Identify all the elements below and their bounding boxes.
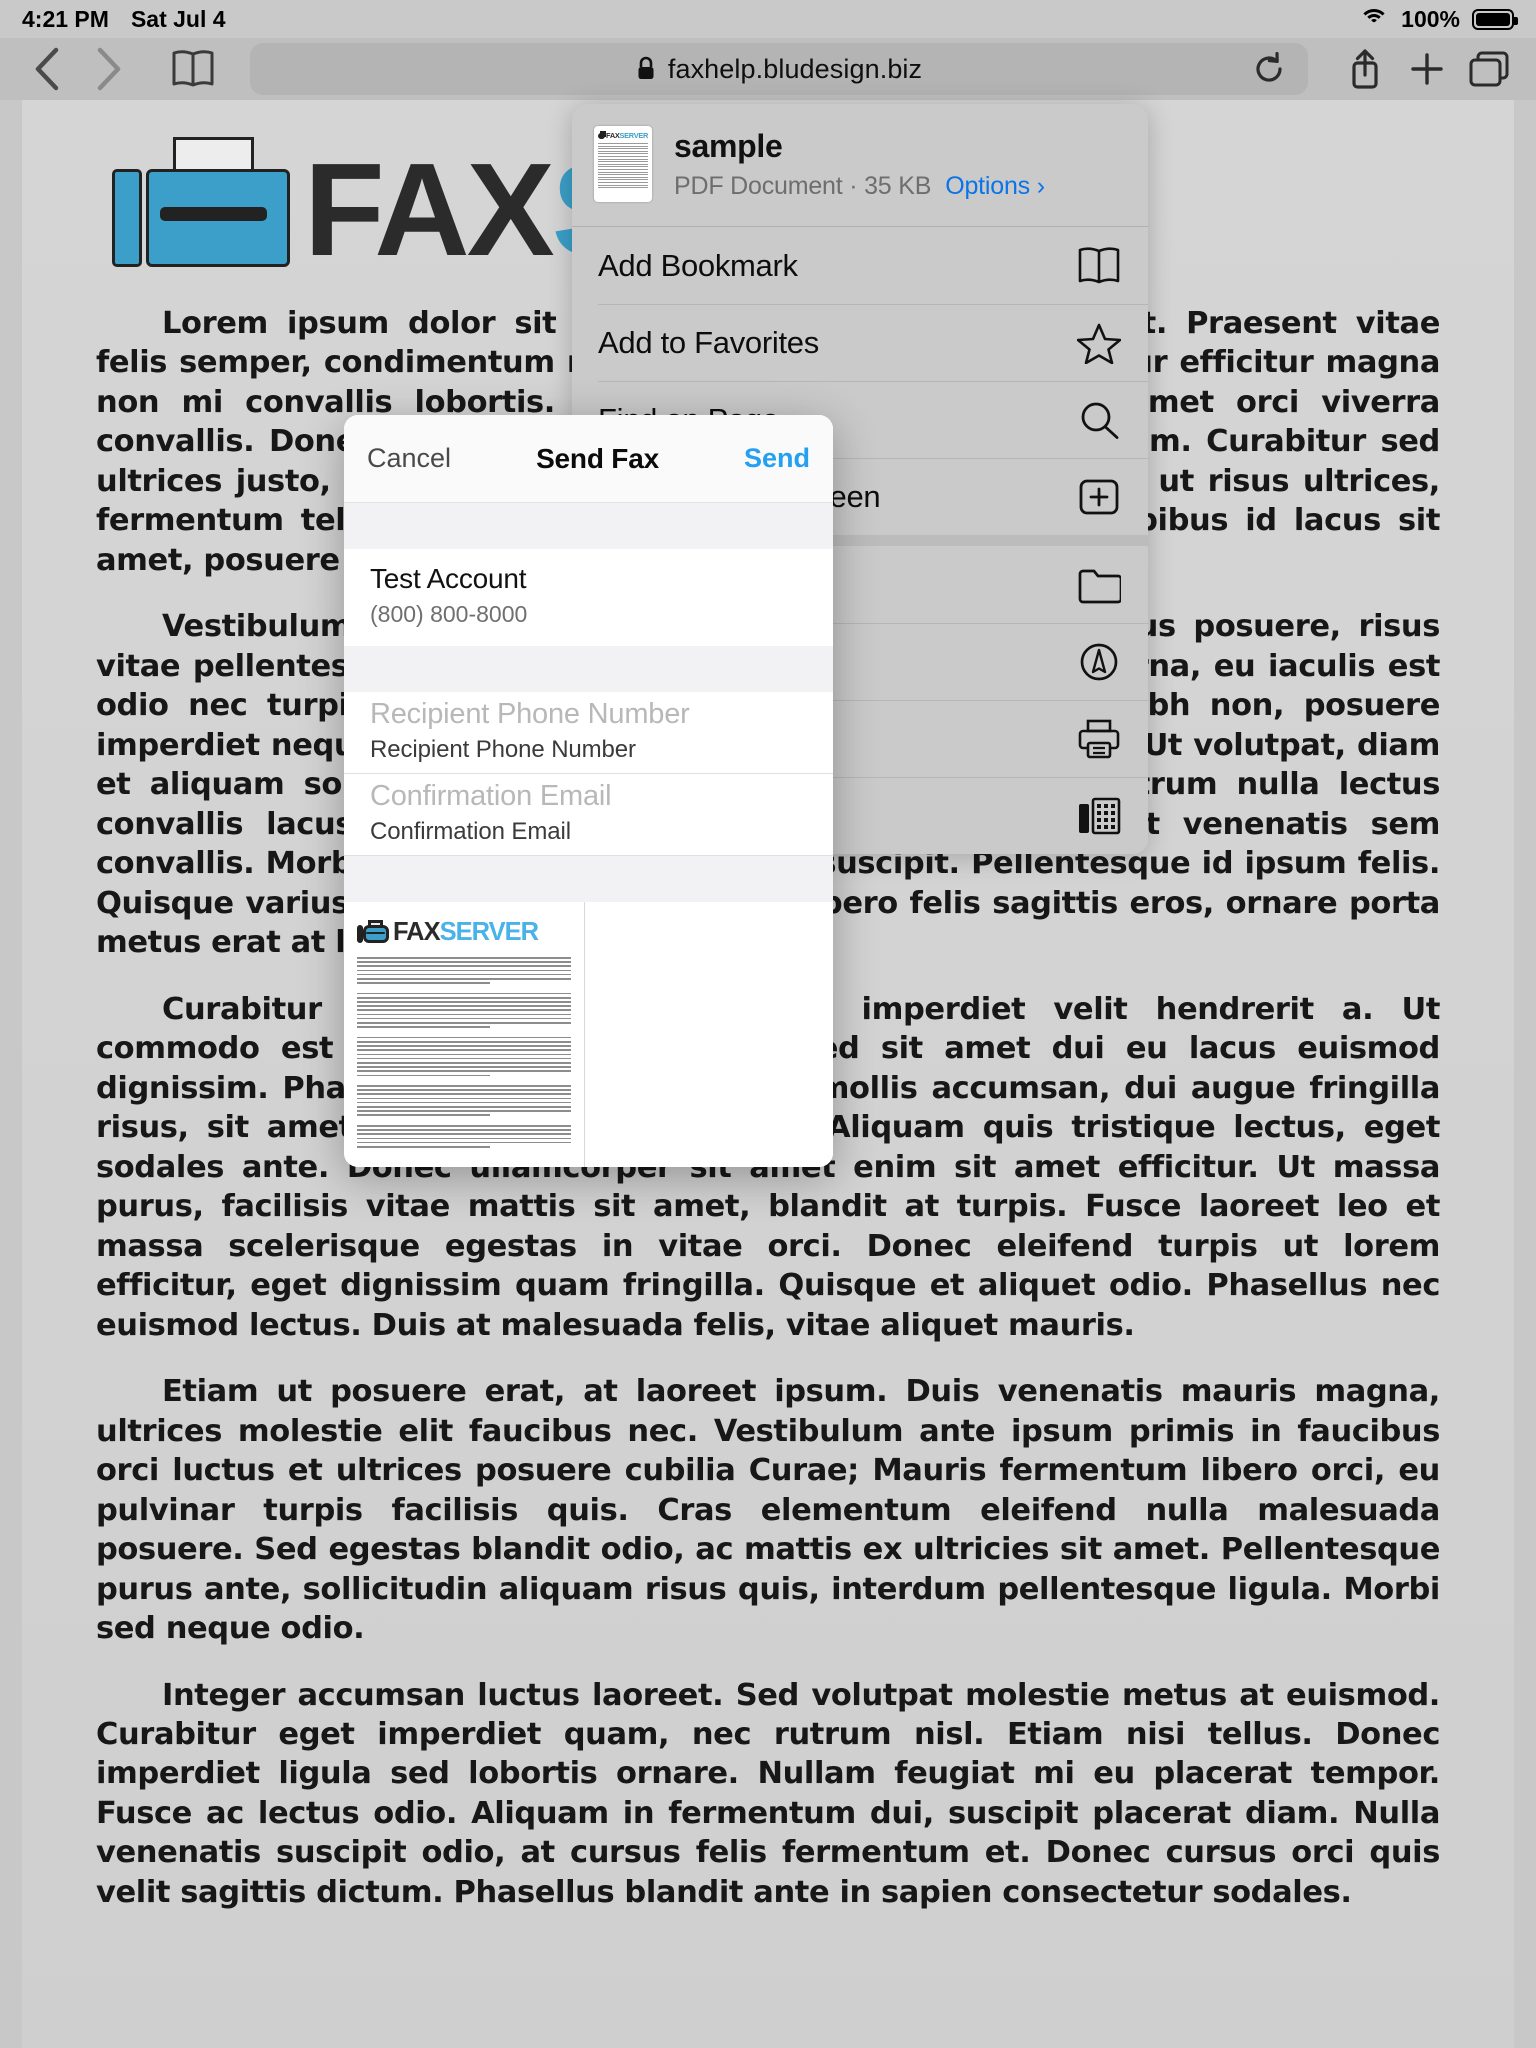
account-row[interactable]: Test Account (800) 800-8000 [344, 549, 833, 646]
printer-icon [1076, 718, 1122, 760]
fax-machine-icon [112, 136, 290, 278]
markup-pen-icon [1076, 641, 1122, 683]
thumbnail-logo-dark: FAX [606, 131, 620, 140]
document-title: sample [674, 127, 783, 164]
tabs-button[interactable] [1458, 41, 1520, 97]
recipient-phone-label: Recipient Phone Number [370, 736, 636, 763]
reload-button[interactable] [1252, 52, 1286, 86]
book-icon [1076, 246, 1122, 286]
document-meta-text: PDF Document · 35 KB [674, 171, 932, 200]
modal-header: Cancel Send Fax Send [344, 415, 833, 503]
confirmation-email-label: Confirmation Email [370, 818, 571, 845]
recipient-phone-field[interactable]: Recipient Phone Number Recipient Phone N… [344, 692, 833, 774]
thumbnail-logo-text: FAXSERVER [606, 131, 648, 140]
battery-full-icon [1472, 8, 1518, 30]
chevron-right-icon: › [1036, 171, 1045, 200]
bookmarks-button[interactable] [162, 41, 224, 97]
thumbnail-lines [598, 143, 648, 189]
thumbnail-logo-light: SERVER [619, 131, 649, 140]
modal-spacer-bottom [344, 856, 833, 902]
paragraph: Etiam ut posuere erat, at laoreet ipsum.… [96, 1374, 1440, 1647]
fax-document-preview[interactable]: FAXSERVER [344, 902, 833, 1167]
share-item-label: Add to Favorites [598, 324, 819, 360]
preview-logo-text: FAXSERVER [393, 918, 539, 947]
recipient-phone-placeholder: Recipient Phone Number [370, 698, 690, 730]
preview-text-lines [357, 957, 571, 1148]
account-number: (800) 800-8000 [370, 601, 528, 627]
modal-title: Send Fax [536, 442, 659, 474]
paragraph: Integer accumsan luctus laoreet. Sed vol… [96, 1677, 1440, 1910]
url-bar[interactable]: faxhelp.bludesign.biz [250, 43, 1308, 95]
wifi-icon [1359, 8, 1390, 30]
new-tab-button[interactable] [1396, 41, 1458, 97]
modal-spacer-top [344, 503, 833, 549]
send-button[interactable]: Send [744, 443, 810, 474]
share-item-add-to-favorites[interactable]: Add to Favorites [572, 304, 1148, 381]
status-time: 4:21 PM [22, 5, 109, 32]
lock-icon [636, 56, 656, 82]
preview-logo-light: SERVER [439, 918, 539, 946]
fax-machine-icon [357, 919, 389, 945]
status-date: Sat Jul 4 [130, 5, 226, 32]
page-logo-dark: FAX [304, 136, 555, 283]
preview-logo-dark: FAX [393, 918, 441, 946]
share-sheet-document-header: FAXSERVER sample PDF Document · 35 KB Opt… [572, 104, 1148, 226]
account-name: Test Account [370, 563, 527, 594]
preview-logo: FAXSERVER [357, 918, 571, 947]
fax-machine-icon [1076, 796, 1122, 836]
document-thumbnail: FAXSERVER [594, 126, 652, 202]
modal-spacer-middle [344, 646, 833, 692]
url-text: faxhelp.bludesign.biz [667, 53, 923, 84]
battery-percent-label: 100% [1401, 5, 1460, 32]
confirmation-email-placeholder: Confirmation Email [370, 780, 612, 812]
options-link[interactable]: Options › [945, 172, 1045, 200]
share-button[interactable] [1334, 41, 1396, 97]
fax-machine-icon [598, 131, 607, 140]
confirmation-email-field[interactable]: Confirmation Email Confirmation Email [344, 774, 833, 856]
forward-button[interactable] [78, 41, 140, 97]
search-icon [1076, 399, 1122, 441]
share-item-label: Add Bookmark [598, 247, 798, 283]
document-subtitle: PDF Document · 35 KB Options › [674, 172, 1045, 201]
share-item-add-bookmark[interactable]: Add Bookmark [572, 227, 1148, 304]
folder-icon [1076, 566, 1122, 604]
back-button[interactable] [16, 41, 78, 97]
send-fax-modal: Cancel Send Fax Send Test Account (800) … [344, 415, 833, 1167]
status-bar: 4:21 PM Sat Jul 4 100% [0, 0, 1536, 38]
plus-square-icon [1076, 476, 1122, 518]
star-icon [1076, 322, 1122, 364]
browser-toolbar: faxhelp.bludesign.biz [0, 38, 1536, 100]
preview-blank-area [585, 902, 833, 1167]
cancel-button[interactable]: Cancel [367, 443, 451, 474]
preview-page: FAXSERVER [344, 902, 585, 1167]
